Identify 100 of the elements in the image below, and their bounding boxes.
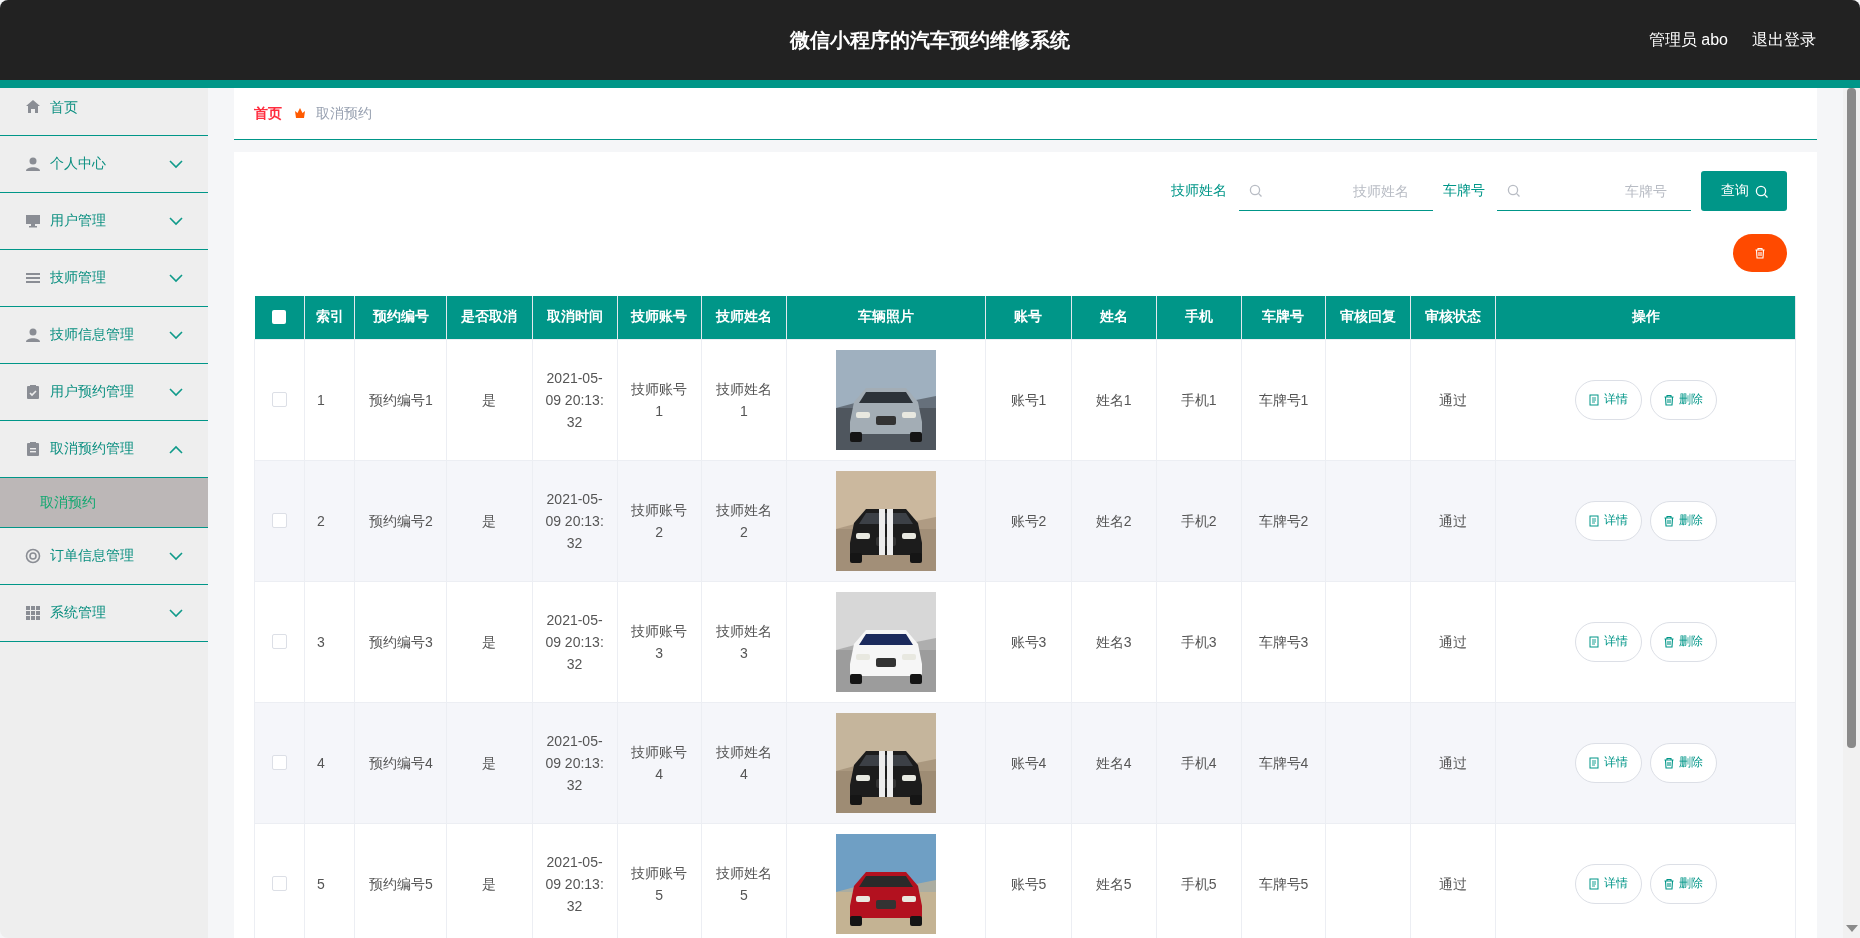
trash-icon [1663,635,1676,648]
detail-button[interactable]: 详情 [1574,621,1642,662]
delete-button[interactable]: 删除 [1649,379,1717,420]
detail-button[interactable]: 详情 [1574,500,1642,541]
table-cell: 技师姓名4 [701,702,787,823]
sidebar-item[interactable]: 个人中心 [0,136,208,193]
table-cell: 技师账号2 [617,460,702,581]
delete-button[interactable]: 删除 [1649,863,1717,904]
table-cell: 技师姓名3 [701,581,787,702]
table-cell: 车牌号1 [1241,339,1326,460]
document-icon [1588,635,1601,648]
sidebar-item[interactable]: 用户管理 [0,193,208,250]
table-cell: 2021-05-09 20:13:32 [532,339,618,460]
delete-button[interactable]: 删除 [1649,500,1717,541]
select-all-checkbox[interactable] [272,310,287,325]
table-cell: 账号3 [985,581,1071,702]
person-icon [25,156,41,172]
search-field[interactable]: 技师姓名 [1239,171,1433,211]
table-cell: 2021-05-09 20:13:32 [532,702,618,823]
sidebar-item[interactable]: 首页 [0,88,208,136]
scroll-down-icon[interactable] [1846,925,1858,932]
column-header: 审核状态 [1410,296,1496,339]
table-cell: 技师账号3 [617,581,702,702]
table-cell: 3 [304,581,355,702]
column-header: 账号 [985,296,1071,339]
table-cell: 技师姓名1 [701,339,787,460]
table-cell: 姓名2 [1071,460,1157,581]
row-checkbox[interactable] [272,876,288,891]
detail-button[interactable]: 详情 [1574,379,1642,420]
table-cell: 通过 [1410,460,1496,581]
row-checkbox[interactable] [272,513,288,528]
table-cell: 账号2 [985,460,1071,581]
search-icon [1249,184,1262,197]
row-checkbox[interactable] [272,392,288,407]
search-field[interactable]: 车牌号 [1497,171,1691,211]
table-cell: 技师姓名2 [701,460,787,581]
table-cell: 预约编号2 [354,460,447,581]
sidebar-item[interactable]: 用户预约管理 [0,364,208,421]
delete-button[interactable]: 删除 [1649,621,1717,662]
search-icon [1507,184,1520,197]
table-cell: 账号4 [985,702,1071,823]
trash-icon [1663,756,1676,769]
sidebar-item[interactable]: 订单信息管理 [0,528,208,585]
document-icon [1588,514,1601,527]
table-cell: 预约编号1 [354,339,447,460]
crown-icon [294,106,306,119]
column-header: 是否取消 [446,296,532,339]
document-icon [1588,877,1601,890]
table-cell: 姓名3 [1071,581,1157,702]
detail-button[interactable]: 详情 [1574,742,1642,783]
table-cell: 通过 [1410,702,1496,823]
document-icon [1588,756,1601,769]
table-cell: 预约编号4 [354,702,447,823]
table-cell: 是 [446,460,532,581]
scrollbar[interactable] [1843,88,1860,938]
column-header: 索引 [304,296,355,339]
trash-icon [1754,247,1766,259]
table-cell: 账号1 [985,339,1071,460]
column-header: 姓名 [1071,296,1157,339]
field-label: 车牌号 [1443,182,1485,200]
list-icon [25,270,41,286]
row-checkbox[interactable] [272,634,288,649]
table-cell: 通过 [1410,581,1496,702]
table-cell: 姓名4 [1071,702,1157,823]
lifebuoy-icon [25,548,41,564]
trash-icon [1663,393,1676,406]
monitor-icon [25,213,41,229]
column-header: 审核回复 [1325,296,1411,339]
grid-icon [25,605,41,621]
trash-icon [1663,514,1676,527]
sidebar-item[interactable]: 技师信息管理 [0,307,208,364]
scrollbar-thumb[interactable] [1847,88,1856,748]
table-cell: 车牌号3 [1241,581,1326,702]
column-header: 车辆照片 [786,296,986,339]
search-button[interactable]: 查询 [1701,171,1787,211]
table-cell: 是 [446,339,532,460]
column-header: 手机 [1156,296,1242,339]
house-icon [25,99,41,115]
table-cell: 手机3 [1156,581,1242,702]
delete-button[interactable]: 删除 [1649,742,1717,783]
table-cell: 通过 [1410,339,1496,460]
delete-button[interactable] [1733,234,1787,272]
sidebar-item[interactable]: 系统管理 [0,585,208,642]
table-cell: 手机4 [1156,702,1242,823]
person-icon [25,327,41,343]
clipboard-icon [25,441,41,457]
detail-button[interactable]: 详情 [1574,863,1642,904]
document-icon [1588,393,1601,406]
table-cell: 4 [304,702,355,823]
logout-link[interactable]: 退出登录 [1752,29,1816,51]
sidebar-item[interactable]: 技师管理 [0,250,208,307]
table-cell: 2 [304,460,355,581]
table-cell: 技师账号1 [617,339,702,460]
table-cell: 2021-05-09 20:13:32 [532,581,618,702]
row-checkbox[interactable] [272,755,288,770]
column-header: 技师姓名 [701,296,787,339]
trash-icon [1663,877,1676,890]
table-cell: 车牌号2 [1241,460,1326,581]
breadcrumb-link[interactable]: 首页 [254,104,282,123]
search-icon [1754,184,1768,198]
